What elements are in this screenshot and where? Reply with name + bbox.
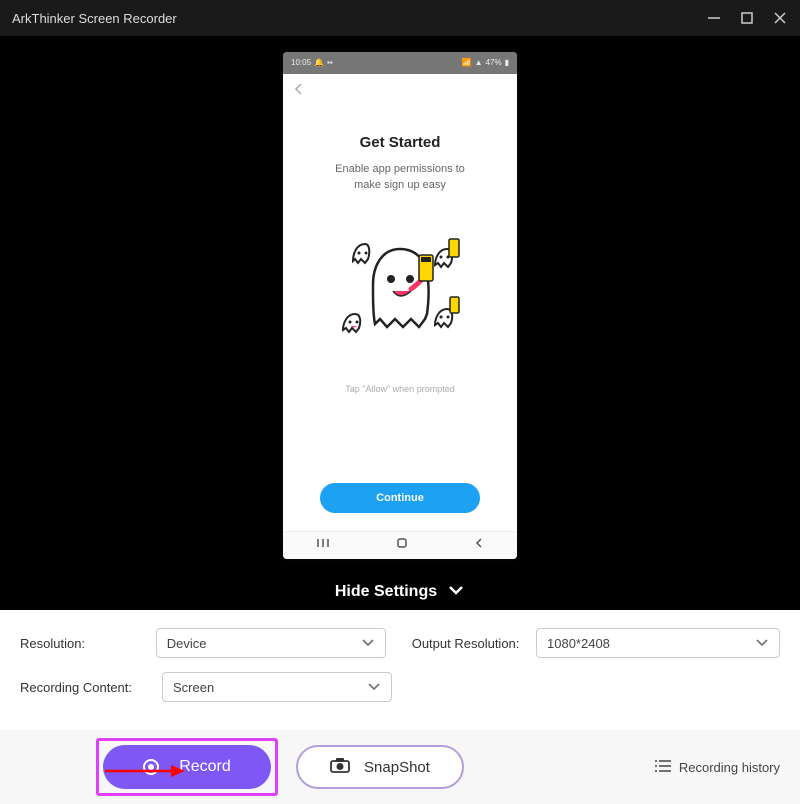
phone-subtitle-line1: Enable app permissions to	[299, 161, 501, 178]
actions-bar: Record SnapShot Recording history	[0, 730, 800, 804]
resolution-select[interactable]: Device	[156, 628, 386, 658]
notification-icon: 🔔	[314, 58, 324, 67]
arrow-annotation	[105, 764, 185, 783]
home-icon[interactable]	[395, 536, 409, 554]
hide-settings-label: Hide Settings	[335, 583, 437, 601]
preview-area: 10:05 🔔 ▪▪ 📶 ▲ 47% ▮ Get Started Enable …	[0, 36, 800, 574]
output-resolution-select[interactable]: 1080*2408	[536, 628, 780, 658]
recording-content-label: Recording Content:	[20, 680, 152, 695]
signal-icon: ▲	[475, 58, 483, 67]
chevron-down-icon	[361, 636, 375, 651]
maximize-icon[interactable]	[740, 11, 754, 25]
chevron-down-icon	[367, 680, 381, 695]
chevron-down-icon	[755, 636, 769, 651]
phone-preview: 10:05 🔔 ▪▪ 📶 ▲ 47% ▮ Get Started Enable …	[283, 52, 517, 559]
wifi-icon: 📶	[462, 58, 472, 67]
snapshot-label: SnapShot	[364, 759, 430, 776]
camera-icon	[330, 757, 350, 777]
recording-content-select[interactable]: Screen	[162, 672, 392, 702]
phone-status-bar: 10:05 🔔 ▪▪ 📶 ▲ 47% ▮	[283, 52, 517, 74]
window-controls	[706, 10, 788, 26]
phone-time: 10:05	[291, 58, 311, 67]
chevron-down-icon	[447, 583, 465, 601]
battery-icon: ▮	[505, 58, 509, 67]
settings-panel: Resolution: Device Output Resolution: 10…	[0, 610, 800, 730]
app-title: ArkThinker Screen Recorder	[12, 11, 177, 26]
phone-heading: Get Started	[299, 134, 501, 151]
minimize-icon[interactable]	[706, 10, 722, 26]
ghost-illustration	[299, 229, 501, 359]
recent-apps-icon[interactable]	[316, 536, 330, 554]
phone-nav-bar	[283, 531, 517, 559]
continue-button[interactable]: Continue	[320, 483, 480, 513]
close-icon[interactable]	[772, 10, 788, 26]
phone-battery: 47%	[486, 58, 502, 67]
output-resolution-value: 1080*2408	[547, 636, 610, 651]
snapshot-button[interactable]: SnapShot	[296, 745, 464, 789]
back-nav-icon[interactable]	[474, 536, 484, 554]
list-icon	[655, 759, 671, 776]
titlebar: ArkThinker Screen Recorder	[0, 0, 800, 36]
history-label: Recording history	[679, 760, 780, 775]
phone-subtitle: Enable app permissions to make sign up e…	[299, 161, 501, 194]
app-indicator-icon: ▪▪	[327, 58, 333, 67]
phone-screen: Get Started Enable app permissions to ma…	[283, 74, 517, 531]
recording-content-value: Screen	[173, 680, 214, 695]
output-resolution-label: Output Resolution:	[412, 636, 526, 651]
phone-subtitle-line2: make sign up easy	[299, 177, 501, 194]
phone-hint: Tap "Allow" when prompted	[299, 384, 501, 394]
hide-settings-toggle[interactable]: Hide Settings	[0, 574, 800, 610]
resolution-label: Resolution:	[20, 636, 146, 651]
record-label: Record	[179, 758, 231, 776]
resolution-value: Device	[167, 636, 207, 651]
recording-history-link[interactable]: Recording history	[655, 759, 780, 776]
back-icon[interactable]	[293, 82, 303, 101]
